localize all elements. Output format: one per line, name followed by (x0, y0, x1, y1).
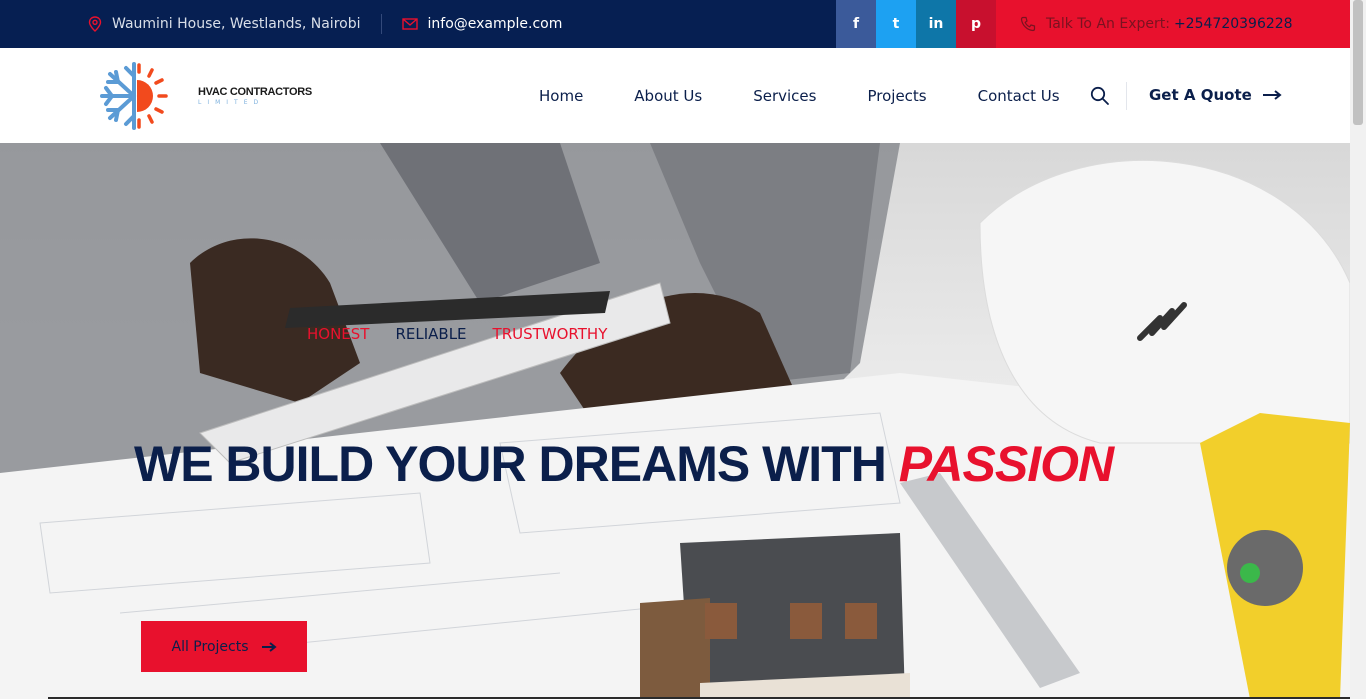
envelope-icon (401, 18, 418, 30)
tag-trustworthy: TRUSTWORTHY (492, 325, 608, 343)
nav-services[interactable]: Services (753, 87, 816, 105)
phone-icon (1020, 16, 1036, 32)
arrow-right-icon (261, 641, 277, 652)
linkedin-icon[interactable]: in (916, 0, 956, 48)
email-link[interactable]: info@example.com (428, 16, 563, 32)
hero-headline-accent: PASSION (898, 436, 1114, 492)
scrollbar-thumb[interactable] (1353, 0, 1363, 125)
address-text: Waumini House, Westlands, Nairobi (112, 16, 361, 32)
hero-section: HONEST RELIABLE TRUSTWORTHY WE BUILD YOU… (0, 143, 1350, 699)
get-a-quote-label: Get A Quote (1149, 86, 1252, 104)
facebook-icon[interactable]: f (836, 0, 876, 48)
tag-reliable: RELIABLE (395, 325, 467, 343)
social-links: f t in p (836, 0, 996, 48)
snowflake-sun-logo-icon (100, 62, 168, 130)
location-pin-icon (88, 16, 102, 32)
tag-honest: HONEST (307, 325, 370, 343)
main-header: HVAC CONTRACTORS LIMITED Home About Us S… (0, 48, 1350, 143)
nav-about-us[interactable]: About Us (634, 87, 702, 105)
logo-subtitle: LIMITED (198, 99, 265, 106)
logo-name: HVAC CONTRACTORS (198, 86, 312, 98)
address-item: Waumini House, Westlands, Nairobi (88, 16, 361, 32)
pinterest-icon[interactable]: p (956, 0, 996, 48)
talk-to-expert[interactable]: Talk To An Expert: +254720396228 (996, 0, 1350, 48)
nav-contact-us[interactable]: Contact Us (978, 87, 1060, 105)
contact-info: Waumini House, Westlands, Nairobi info@e… (88, 0, 562, 48)
all-projects-button[interactable]: All Projects (141, 621, 307, 672)
divider (380, 14, 382, 34)
arrow-right-icon (1262, 90, 1282, 100)
get-a-quote-button[interactable]: Get A Quote (1149, 86, 1282, 104)
logo-text: HVAC CONTRACTORS LIMITED (198, 86, 312, 106)
all-projects-label: All Projects (171, 638, 249, 655)
hero-headline-main: WE BUILD YOUR DREAMS WITH (134, 436, 887, 492)
top-bar: Waumini House, Westlands, Nairobi info@e… (0, 0, 1350, 48)
search-icon[interactable] (1090, 86, 1110, 106)
logo[interactable]: HVAC CONTRACTORS LIMITED (96, 60, 312, 132)
nav-home[interactable]: Home (539, 87, 583, 105)
divider (1126, 82, 1127, 110)
twitter-icon[interactable]: t (876, 0, 916, 48)
hero-tags: HONEST RELIABLE TRUSTWORTHY (307, 325, 633, 343)
email-item[interactable]: info@example.com (401, 16, 563, 32)
hero-headline: WE BUILD YOUR DREAMS WITH PASSION (134, 435, 1114, 493)
page-scrollbar[interactable] (1350, 0, 1366, 699)
hero-background-image (0, 143, 1350, 699)
nav-projects[interactable]: Projects (867, 87, 926, 105)
main-nav: Home About Us Services Projects Contact … (539, 48, 1060, 143)
expert-phone[interactable]: +254720396228 (1174, 16, 1293, 32)
expert-label: Talk To An Expert: (1046, 16, 1170, 32)
